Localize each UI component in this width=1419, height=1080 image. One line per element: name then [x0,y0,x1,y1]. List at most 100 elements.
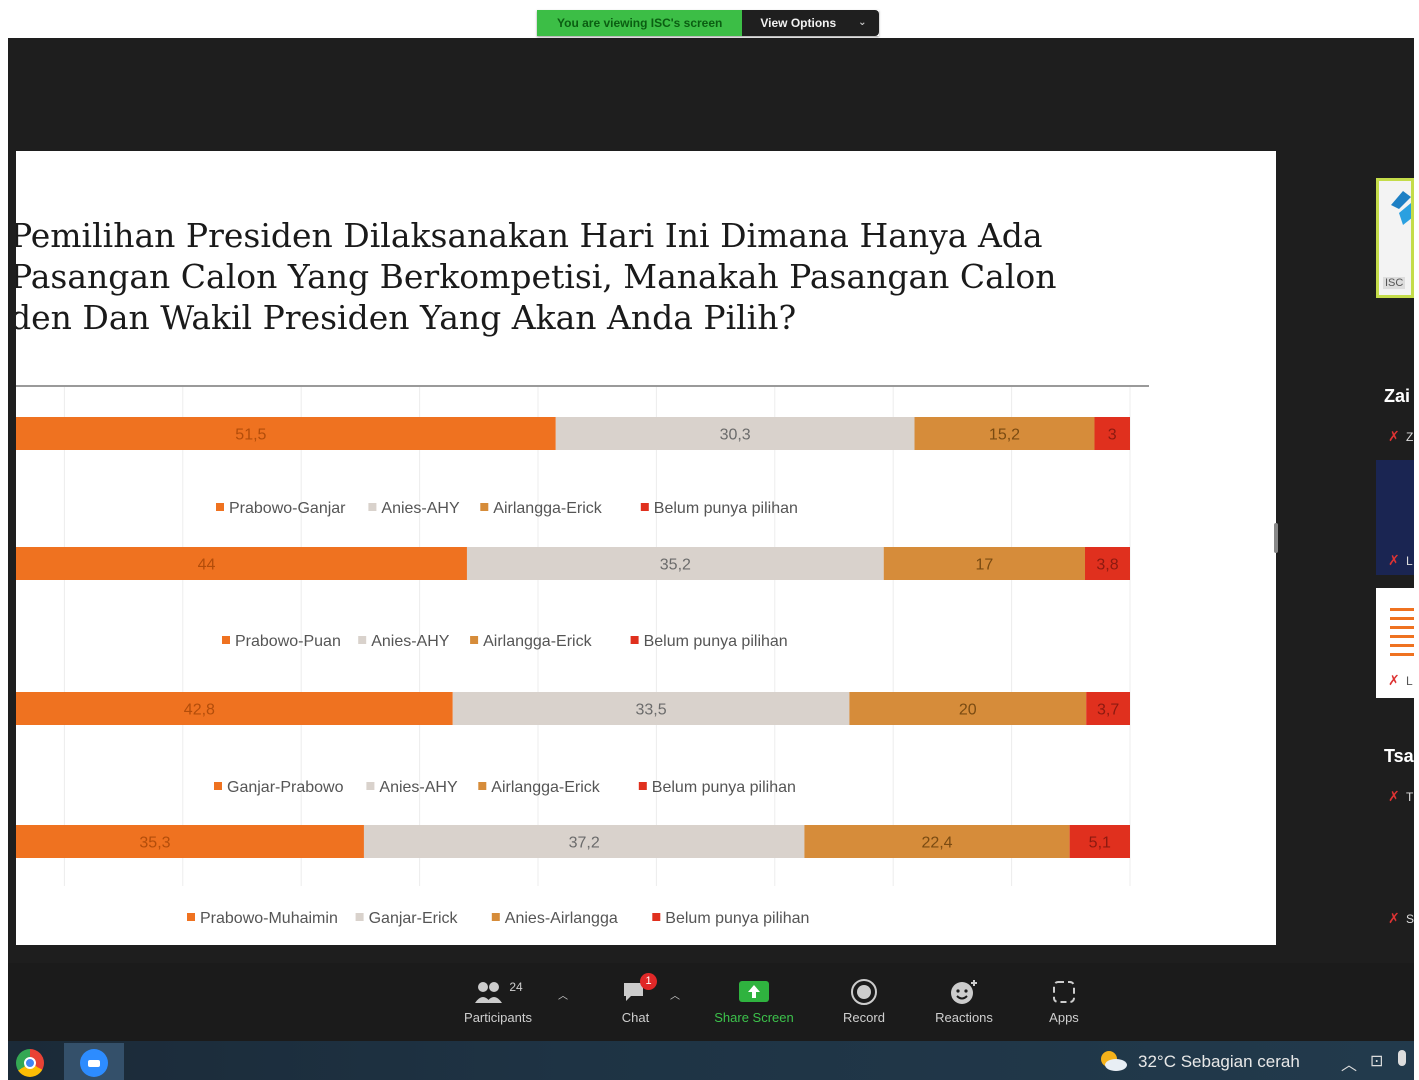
data-label: 35,2 [660,557,691,574]
zoom-taskbar-button[interactable] [64,1043,124,1080]
legend-swatch [358,636,367,644]
legend-swatch [480,503,489,511]
legend-swatch [638,782,647,790]
record-button[interactable]: Record [832,977,896,1037]
stacked-bar-chart: 51,5 30,3 15,2 3 Prabowo-Ganjar Anies-AHY Airl… [16,387,1131,927]
data-label: 37,2 [569,835,600,852]
chat-button[interactable]: 1 Chat [608,973,663,1037]
legend-swatch [216,503,224,511]
participants-button[interactable]: 24 Participants [453,977,543,1037]
participant-initial: L [1406,554,1413,568]
participant-zai[interactable]: Zai ✗ Z [1376,338,1414,448]
bar-segment [16,692,453,725]
share-screen-icon [739,981,769,1002]
meeting-toolbar: 24 Participants ︿ 1 Chat ︿ Share Screen [8,963,1414,1041]
legend-swatch [478,782,487,790]
windows-taskbar: 32°C Sebagian cerah ︿ ⊡ [8,1041,1414,1080]
shared-slide: Pemilihan Presiden Dilaksanakan Hari Ini… [16,151,1276,945]
participant-screen[interactable]: ✗ L [1376,588,1414,698]
thumbnail-bars [1390,608,1414,658]
participants-count: 24 [509,980,523,994]
isc-logo-icon [1391,191,1411,225]
data-label: 17 [975,557,993,574]
mic-muted-icon: ✗ [1388,788,1400,804]
data-label: 5,1 [1089,835,1111,852]
participants-label: Participants [464,1010,532,1025]
chrome-icon[interactable] [16,1049,44,1077]
legend-entry: Belum punya pilihan [652,779,796,796]
legend-swatch [640,503,649,511]
participant-name: Tsa [1384,746,1414,766]
chat-caret-icon[interactable]: ︿ [670,987,680,1002]
participants-caret-icon[interactable]: ︿ [558,987,568,1002]
microphone-icon[interactable] [1398,1050,1406,1066]
data-label: 30,3 [720,427,751,444]
legend-entry: Ganjar-Erick [369,910,459,927]
participant-tsa[interactable]: Tsa ✗ T [1376,708,1414,818]
data-label: 51,5 [235,427,266,444]
data-label: 20 [959,702,977,719]
legend-entry: Ganjar-Prabowo [227,779,344,796]
data-label: 44 [198,557,216,574]
weather-icon[interactable] [1098,1049,1128,1073]
reactions-icon [951,980,977,1004]
tray-overflow-icon[interactable]: ︿ [1341,1051,1357,1075]
reactions-button[interactable]: Reactions [926,977,1002,1037]
legend-entry: Airlangga-Erick [483,633,592,650]
legend-entry: Prabowo-Ganjar [229,500,346,517]
apps-button[interactable]: Apps [1038,977,1090,1037]
participant-initial: L [1406,674,1413,688]
data-label: 33,5 [636,702,667,719]
legend-swatch [470,636,479,644]
legend-entry: Airlangga-Erick [493,500,602,517]
view-options-label: View Options [760,16,837,30]
legend-swatch [187,913,195,921]
share-screen-button[interactable]: Share Screen [708,977,800,1037]
chat-label: Chat [621,1010,650,1025]
data-label: 22,4 [921,835,952,852]
participant-name: Zai [1384,386,1411,406]
view-options-button[interactable]: View Options ⌄ [742,10,879,36]
bar-segment [16,417,556,450]
legend-swatch [652,913,661,921]
legend-entry: Prabowo-Muhaimin [200,910,338,927]
legend-swatch [222,636,230,644]
network-icon[interactable]: ⊡ [1370,1051,1383,1071]
legend-entry: Prabowo-Puan [235,633,341,650]
participant-initial: T [1406,790,1414,804]
chat-badge: 1 [640,973,657,990]
participant-initial: S [1406,912,1414,926]
record-label: Record [843,1010,885,1025]
data-label: 35,3 [139,835,170,852]
participant-initial: Z [1406,430,1414,444]
data-label: 3 [1108,427,1117,444]
legend-entry: Belum punya pilihan [644,633,788,650]
mic-muted-icon: ✗ [1388,428,1400,444]
participant-tile-isc[interactable]: ISC [1376,178,1414,298]
chevron-down-icon: ⌄ [858,17,867,28]
share-status-text: You are viewing ISC's screen [537,10,743,36]
share-banner: You are viewing ISC's screen View Option… [537,10,879,36]
data-label: 3,8 [1096,557,1118,574]
legend-swatch [630,636,639,644]
legend-entry: Anies-AHY [381,500,460,517]
apps-label: Apps [1049,1010,1079,1025]
legend-swatch [368,503,377,511]
share-screen-label: Share Screen [714,1010,794,1025]
legend-entry: Anies-AHY [379,779,458,796]
record-icon [851,979,877,1005]
legend-swatch [491,913,500,921]
zoom-window: Pemilihan Presiden Dilaksanakan Hari Ini… [8,38,1414,1080]
bar-segment [16,825,364,858]
legend-entry: Airlangga-Erick [491,779,600,796]
resize-handle[interactable] [1274,523,1278,553]
weather-text[interactable]: 32°C Sebagian cerah [1138,1052,1300,1072]
participant-s[interactable]: ✗ S [1376,828,1414,938]
mic-muted-icon: ✗ [1388,672,1400,688]
legend-entry: Anies-Airlangga [505,910,618,927]
legend-swatch [214,782,222,790]
participant-video[interactable]: ✗ L [1376,460,1414,575]
zoom-icon [80,1049,108,1077]
participants-icon [475,982,503,1003]
data-label: 15,2 [989,427,1020,444]
